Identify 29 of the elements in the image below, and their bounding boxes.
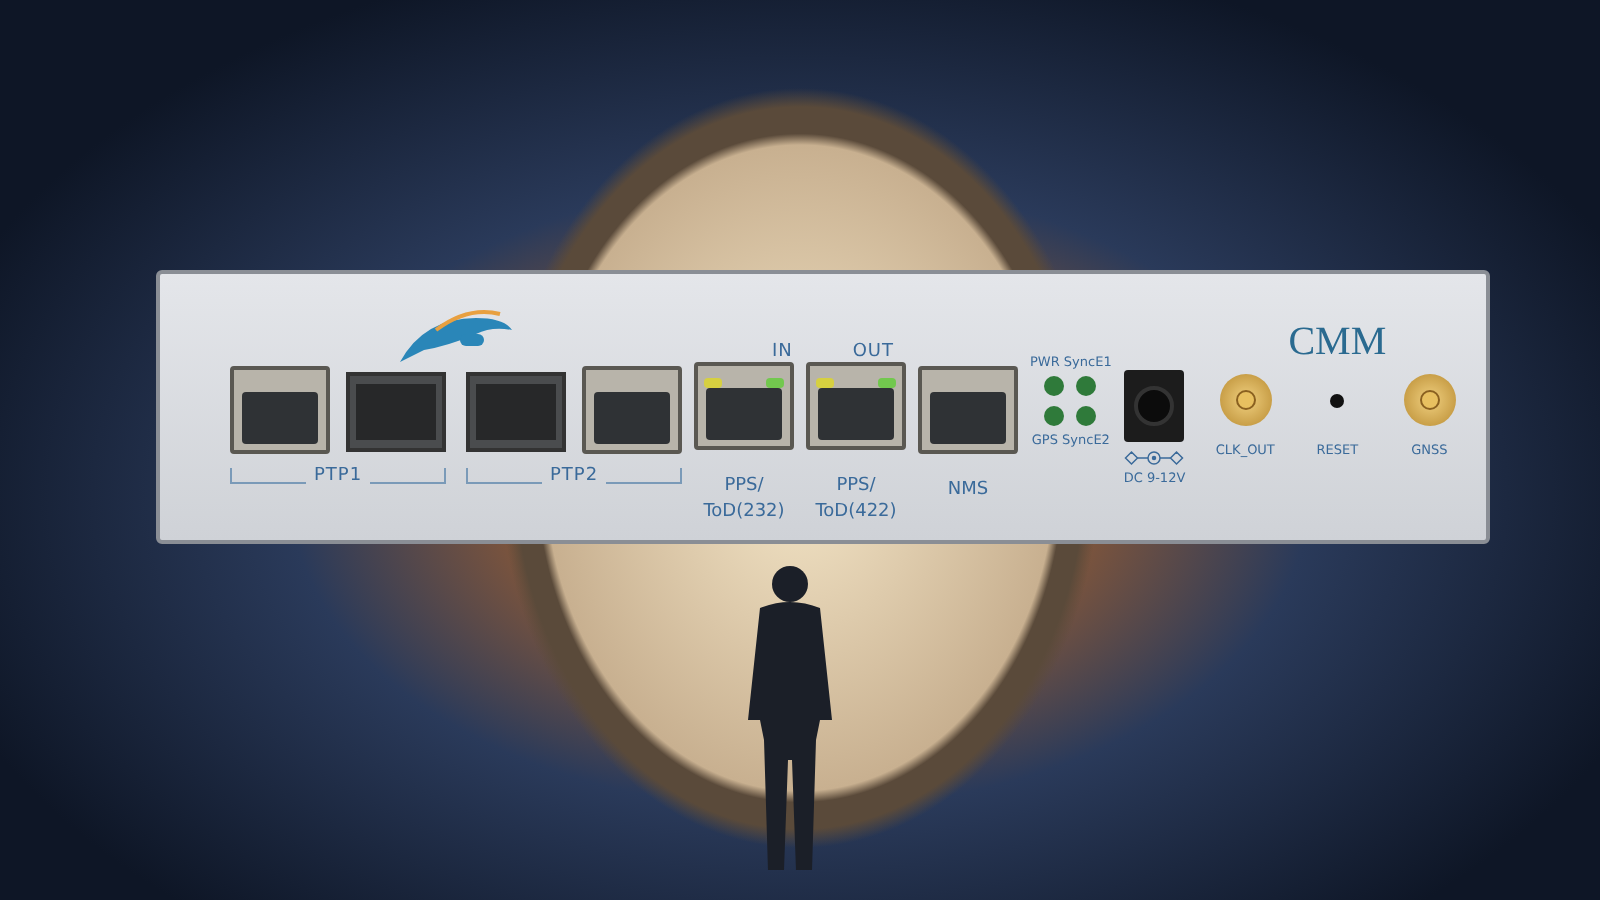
port-group-label: PTP1 [313, 466, 363, 486]
reset-hole[interactable] [1330, 393, 1345, 407]
bracket-line [466, 468, 542, 484]
ethernet-port [230, 366, 330, 454]
sfp-port [346, 372, 446, 452]
status-led [1044, 406, 1065, 426]
polarity-icon [1124, 450, 1185, 466]
indicator-label: OUT [852, 342, 894, 362]
indicator-label: IN [771, 342, 793, 362]
status-led [1076, 406, 1097, 426]
bracket-line [606, 468, 683, 484]
status-led [1044, 376, 1065, 396]
power-jack [1124, 370, 1185, 442]
sfp-port [466, 372, 566, 452]
bracket-line [370, 468, 447, 484]
ethernet-port [582, 366, 682, 454]
status-led [1076, 376, 1097, 396]
ethernet-port [918, 366, 1018, 454]
sma-connector [1219, 374, 1272, 426]
model-name: CMM [1288, 320, 1387, 366]
port-label: NMS [947, 478, 989, 504]
port-group-label: PTP2 [549, 466, 599, 486]
bracket-line [230, 468, 306, 484]
port-label: PPS/ ToD(232) [703, 474, 785, 526]
port-label: PPS/ ToD(422) [815, 474, 897, 526]
port-socket [706, 388, 782, 440]
fish-logo-icon [396, 306, 516, 366]
port-socket [818, 388, 894, 440]
sma-connector [1403, 374, 1456, 426]
